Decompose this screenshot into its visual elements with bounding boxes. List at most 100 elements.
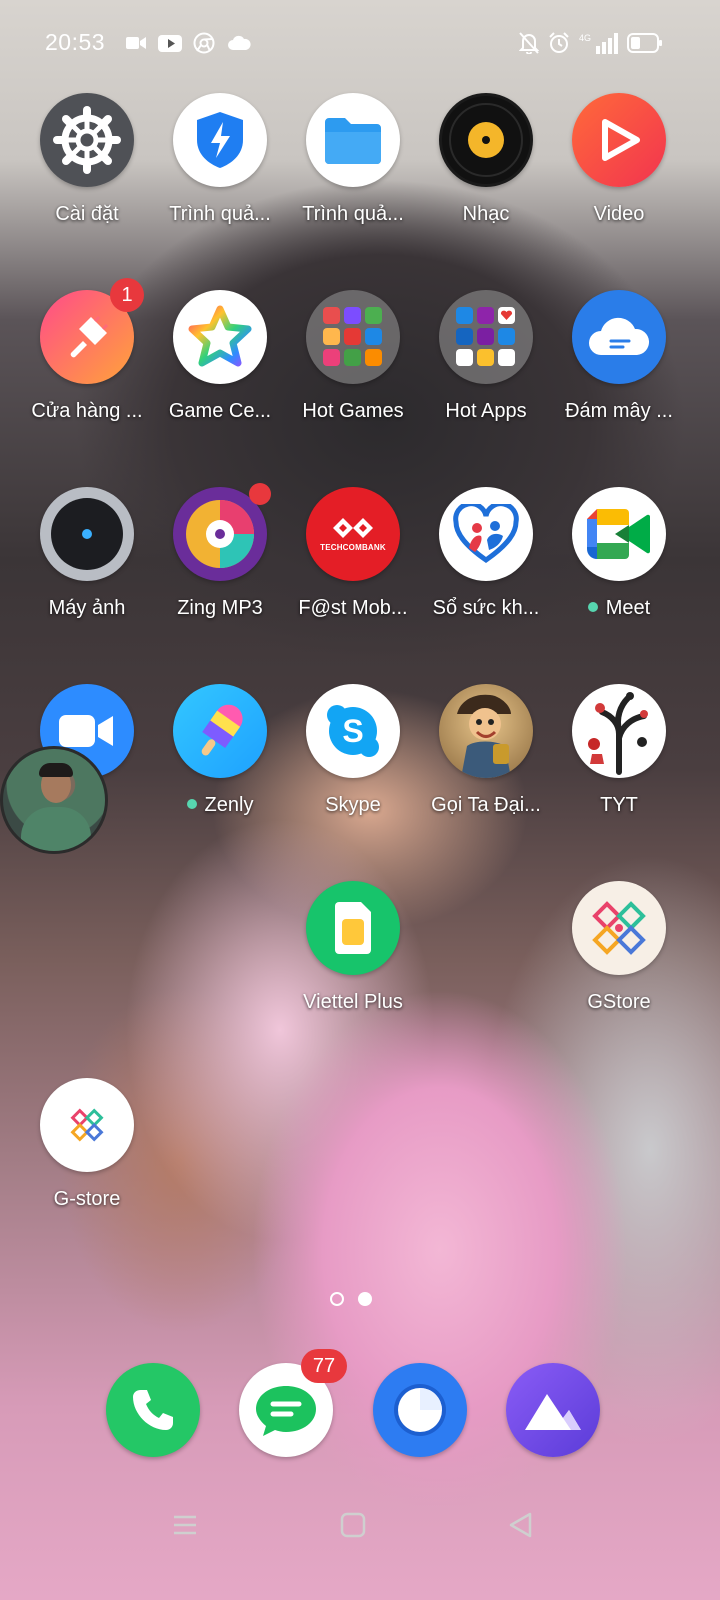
folder-hot-apps[interactable]: Hot Apps bbox=[418, 290, 554, 423]
app-label: Viettel Plus bbox=[303, 991, 403, 1013]
new-install-dot bbox=[587, 601, 598, 612]
techcombank-wordmark: TECHCOMBANK bbox=[320, 542, 386, 552]
svg-text:S: S bbox=[342, 713, 363, 749]
app-meet[interactable]: Meet bbox=[551, 487, 687, 620]
app-techcombank[interactable]: TECHCOMBANK F@st Mob... bbox=[285, 487, 421, 620]
app-label: Trình quả... bbox=[169, 203, 271, 225]
camera-lens-icon bbox=[40, 487, 134, 581]
app-music[interactable]: Nhạc bbox=[418, 93, 554, 226]
game-star-icon bbox=[173, 290, 267, 384]
app-file-manager[interactable]: Trình quả... bbox=[285, 93, 421, 226]
app-label: F@st Mob... bbox=[298, 597, 408, 619]
camera-record-icon bbox=[126, 32, 146, 54]
app-label: Đám mây ... bbox=[565, 400, 673, 422]
app-phone-manager[interactable]: Trình quả... bbox=[152, 93, 288, 226]
app-video[interactable]: Video bbox=[551, 93, 687, 226]
security-shield-icon bbox=[173, 93, 267, 187]
app-label: Hot Apps bbox=[445, 400, 527, 422]
app-tyt[interactable]: TYT bbox=[551, 684, 687, 817]
bell-mute-icon bbox=[518, 32, 540, 54]
app-label: GStore bbox=[587, 991, 651, 1013]
app-camera[interactable]: Máy ảnh bbox=[19, 487, 155, 620]
youtube-icon bbox=[158, 32, 182, 54]
navigation-bar bbox=[0, 1500, 720, 1550]
folder-hot-games[interactable]: Hot Games bbox=[285, 290, 421, 423]
signal-4g-icon: 4G bbox=[578, 32, 618, 54]
home-icon[interactable] bbox=[338, 1510, 368, 1540]
theme-brush-icon: 1 bbox=[40, 278, 144, 384]
message-icon: 77 bbox=[239, 1349, 347, 1457]
folder-grid-icon bbox=[439, 290, 533, 384]
gstore-pattern-icon bbox=[40, 1078, 134, 1172]
chrome-icon bbox=[193, 32, 215, 54]
settings-gear-icon bbox=[40, 93, 134, 187]
dock-photos[interactable] bbox=[485, 1363, 621, 1457]
zing-disc-icon bbox=[173, 483, 271, 581]
app-label: Zing MP3 bbox=[177, 597, 263, 619]
app-game-center[interactable]: Game Ce... bbox=[152, 290, 288, 423]
app-theme-store[interactable]: 1 Cửa hàng ... bbox=[19, 278, 155, 423]
page-dot-1[interactable] bbox=[330, 1292, 344, 1306]
network-label: 4G bbox=[579, 33, 591, 43]
app-goi-ta-dai-ca[interactable]: Gọi Ta Đại... bbox=[418, 684, 554, 817]
app-skype[interactable]: S Skype bbox=[285, 684, 421, 817]
cloud-icon bbox=[227, 32, 251, 54]
cloud-app-icon bbox=[572, 290, 666, 384]
app-label: Máy ảnh bbox=[48, 597, 126, 619]
app-label: Game Ce... bbox=[168, 400, 272, 422]
app-g-store[interactable]: G-store bbox=[19, 1078, 155, 1211]
status-time: 20:53 bbox=[45, 29, 106, 55]
page-dot-2-active[interactable] bbox=[358, 1292, 372, 1306]
app-gstore[interactable]: GStore bbox=[551, 881, 687, 1014]
dock-phone[interactable] bbox=[85, 1363, 221, 1457]
app-zenly[interactable]: Zenly bbox=[152, 684, 288, 817]
app-viettel-plus[interactable]: Viettel Plus bbox=[285, 881, 421, 1014]
photos-icon bbox=[506, 1363, 600, 1457]
notification-badge: 1 bbox=[110, 278, 144, 312]
notification-dot bbox=[249, 483, 271, 505]
skype-icon: S bbox=[306, 684, 400, 778]
app-label: Trình quả... bbox=[302, 203, 404, 225]
app-label: G-store bbox=[53, 1188, 121, 1210]
vinyl-music-icon bbox=[439, 93, 533, 187]
sim-card-icon bbox=[306, 881, 400, 975]
app-label: Nhạc bbox=[462, 203, 510, 225]
game-character-icon bbox=[439, 684, 533, 778]
unread-badge: 77 bbox=[301, 1349, 347, 1383]
app-zing-mp3[interactable]: Zing MP3 bbox=[152, 483, 288, 620]
health-heart-icon bbox=[439, 487, 533, 581]
page-indicator[interactable] bbox=[330, 1292, 372, 1306]
app-cloud[interactable]: Đám mây ... bbox=[551, 290, 687, 423]
menu-icon[interactable] bbox=[170, 1510, 200, 1540]
folder-grid-icon bbox=[306, 290, 400, 384]
app-settings[interactable]: Cài đặt bbox=[19, 93, 155, 226]
phone-icon bbox=[106, 1363, 200, 1457]
gstore-pattern-icon bbox=[572, 881, 666, 975]
browser-icon bbox=[373, 1363, 467, 1457]
app-label: Hot Games bbox=[302, 400, 404, 422]
battery-icon bbox=[627, 32, 663, 54]
app-label: Meet bbox=[551, 596, 687, 620]
app-label: Gọi Ta Đại... bbox=[431, 794, 541, 816]
app-label: Skype bbox=[325, 794, 381, 816]
dock-browser[interactable] bbox=[352, 1363, 488, 1457]
app-label: Video bbox=[593, 203, 645, 225]
app-label: TYT bbox=[600, 794, 638, 816]
video-play-icon bbox=[572, 93, 666, 187]
meet-video-icon bbox=[572, 487, 666, 581]
techcombank-icon: TECHCOMBANK bbox=[306, 487, 400, 581]
dock-messages[interactable]: 77 bbox=[218, 1349, 354, 1457]
tree-art-icon bbox=[572, 684, 666, 778]
app-health-book[interactable]: Sổ sức kh... bbox=[418, 487, 554, 620]
app-label: Cửa hàng ... bbox=[31, 400, 143, 422]
back-icon[interactable] bbox=[506, 1510, 536, 1540]
app-label: Cài đặt bbox=[55, 203, 119, 225]
alarm-icon bbox=[548, 32, 570, 54]
zenly-popsicle-icon bbox=[173, 684, 267, 778]
floating-chat-bubble[interactable] bbox=[0, 746, 108, 854]
app-label: Zenly bbox=[152, 793, 288, 817]
app-label: Sổ sức kh... bbox=[432, 597, 540, 619]
new-install-dot bbox=[186, 798, 197, 809]
folder-icon bbox=[306, 93, 400, 187]
status-bar: 20:53 4G bbox=[0, 0, 720, 86]
